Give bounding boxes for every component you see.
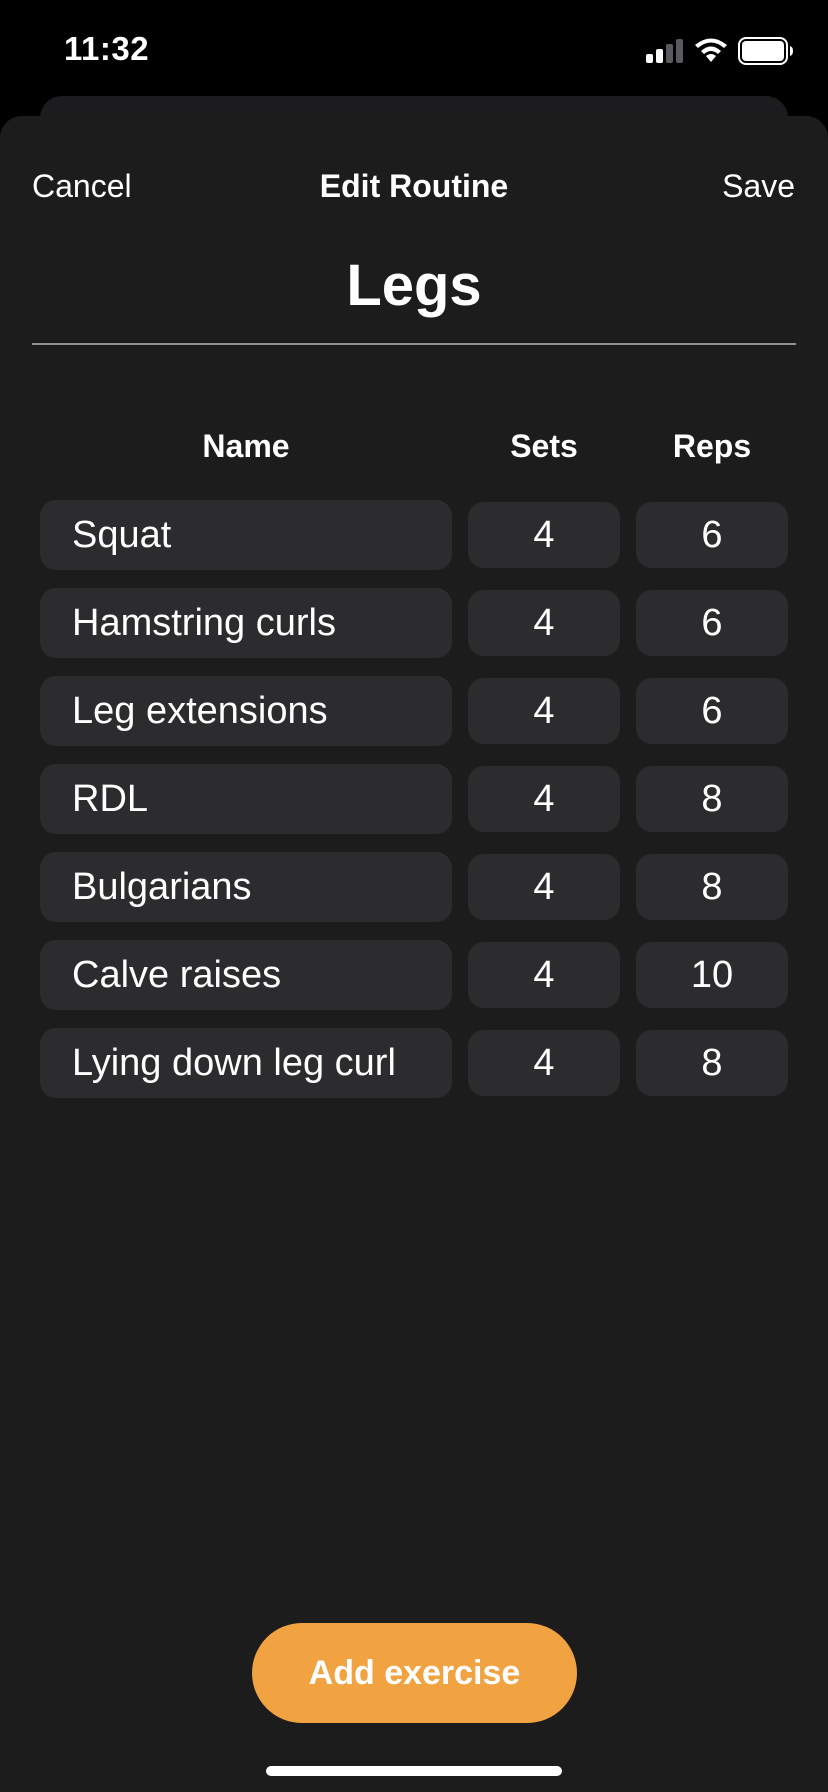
- sets-field[interactable]: 4: [468, 590, 620, 656]
- sets-field[interactable]: 4: [468, 1030, 620, 1096]
- column-header-reps: Reps: [672, 428, 752, 464]
- reps-field[interactable]: 6: [636, 590, 788, 656]
- battery-icon: [738, 37, 793, 65]
- column-header-sets: Sets: [510, 428, 578, 464]
- edit-routine-sheet: Cancel Edit Routine Save Name Sets Reps …: [0, 116, 828, 1792]
- wifi-icon: [695, 38, 727, 62]
- status-time: 11:32: [64, 30, 150, 67]
- reps-field[interactable]: 10: [636, 942, 788, 1008]
- routine-name-field[interactable]: [32, 252, 796, 319]
- exercise-row: Leg extensions 4 6: [40, 676, 788, 746]
- exercise-row: Squat 4 6: [40, 500, 788, 570]
- exercise-row: Lying down leg curl 4 8: [40, 1028, 788, 1098]
- sets-field[interactable]: 4: [468, 502, 620, 568]
- exercise-name-field[interactable]: RDL: [40, 764, 452, 834]
- sets-field[interactable]: 4: [468, 678, 620, 744]
- save-button[interactable]: Save: [722, 168, 795, 205]
- sets-field[interactable]: 4: [468, 766, 620, 832]
- exercise-name-field[interactable]: Squat: [40, 500, 452, 570]
- cellular-signal-icon: [646, 39, 683, 63]
- screen: 11:32 Cancel Edit Routine Save Name Sets…: [0, 0, 828, 1792]
- reps-field[interactable]: 8: [636, 1030, 788, 1096]
- status-icons: [646, 36, 794, 66]
- column-header-name: Name: [202, 428, 290, 464]
- sets-field[interactable]: 4: [468, 854, 620, 920]
- exercise-name-field[interactable]: Leg extensions: [40, 676, 452, 746]
- home-indicator: [266, 1766, 562, 1776]
- reps-field[interactable]: 8: [636, 854, 788, 920]
- reps-field[interactable]: 6: [636, 678, 788, 744]
- add-exercise-button[interactable]: Add exercise: [252, 1623, 577, 1723]
- exercise-name-field[interactable]: Bulgarians: [40, 852, 452, 922]
- sheet-title: Edit Routine: [319, 168, 509, 204]
- exercise-row: Calve raises 4 10: [40, 940, 788, 1010]
- sets-field[interactable]: 4: [468, 942, 620, 1008]
- exercise-row: Bulgarians 4 8: [40, 852, 788, 922]
- routine-name-underline: [32, 343, 796, 345]
- exercise-name-field[interactable]: Hamstring curls: [40, 588, 452, 658]
- reps-field[interactable]: 8: [636, 766, 788, 832]
- exercise-name-field[interactable]: Calve raises: [40, 940, 452, 1010]
- reps-field[interactable]: 6: [636, 502, 788, 568]
- exercise-row: RDL 4 8: [40, 764, 788, 834]
- exercise-row: Hamstring curls 4 6: [40, 588, 788, 658]
- exercise-name-field[interactable]: Lying down leg curl: [40, 1028, 452, 1098]
